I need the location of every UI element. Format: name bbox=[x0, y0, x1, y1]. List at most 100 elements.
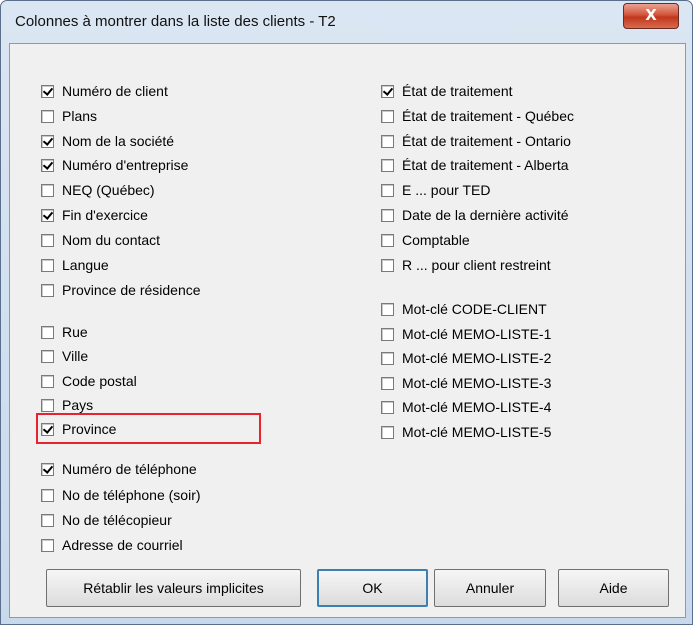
checkbox-code-postal[interactable]: Code postal bbox=[41, 372, 137, 390]
checkbox-comptable[interactable]: Comptable bbox=[381, 231, 470, 249]
checkbox-r-client-restreint[interactable]: R ... pour client restreint bbox=[381, 256, 551, 274]
checkbox-telephone-soir[interactable]: No de téléphone (soir) bbox=[41, 486, 201, 504]
checkbox-box[interactable] bbox=[381, 376, 394, 390]
checkbox-mot-cle-memo-liste-1[interactable]: Mot-clé MEMO-LISTE-1 bbox=[381, 325, 551, 343]
checkbox-label: Mot-clé MEMO-LISTE-1 bbox=[402, 326, 552, 342]
checkbox-nom-du-contact[interactable]: Nom du contact bbox=[41, 231, 160, 249]
checkbox-box[interactable] bbox=[381, 109, 394, 123]
checkbox-label: Mot-clé MEMO-LISTE-3 bbox=[402, 375, 552, 391]
checkbox-box[interactable] bbox=[41, 258, 54, 272]
checkbox-box[interactable] bbox=[41, 398, 54, 412]
checkbox-label: Langue bbox=[62, 257, 109, 273]
checkbox-box[interactable] bbox=[381, 425, 394, 439]
checkbox-numero-de-client[interactable]: Numéro de client bbox=[41, 82, 168, 100]
checkbox-box[interactable] bbox=[381, 351, 394, 365]
checkbox-box[interactable] bbox=[381, 134, 394, 148]
checkbox-box[interactable] bbox=[381, 208, 394, 222]
checkbox-label: Adresse de courriel bbox=[62, 537, 183, 553]
checkbox-label: Fin d'exercice bbox=[62, 207, 148, 223]
checkbox-label: État de traitement bbox=[402, 83, 513, 99]
checkbox-date-derniere-activite[interactable]: Date de la dernière activité bbox=[381, 206, 569, 224]
checkbox-label: No de télécopieur bbox=[62, 512, 172, 528]
dialog-body bbox=[9, 43, 686, 618]
checkbox-label: NEQ (Québec) bbox=[62, 182, 155, 198]
checkbox-box[interactable] bbox=[381, 233, 394, 247]
highlight-box bbox=[36, 413, 261, 444]
checkbox-plans[interactable]: Plans bbox=[41, 107, 97, 125]
checkbox-box[interactable] bbox=[381, 327, 394, 341]
checkbox-label: Mot-clé MEMO-LISTE-2 bbox=[402, 350, 552, 366]
checkbox-label: E ... pour TED bbox=[402, 182, 491, 198]
checkbox-box[interactable] bbox=[381, 302, 394, 316]
checkbox-etat-ontario[interactable]: État de traitement - Ontario bbox=[381, 132, 571, 150]
checkbox-box[interactable] bbox=[41, 325, 54, 339]
checkbox-telecopieur[interactable]: No de télécopieur bbox=[41, 511, 172, 529]
checkbox-label: État de traitement - Alberta bbox=[402, 157, 569, 173]
checkbox-ville[interactable]: Ville bbox=[41, 347, 88, 365]
checkbox-label: Plans bbox=[62, 108, 98, 124]
checkbox-label: Numéro d'entreprise bbox=[62, 157, 189, 173]
checkbox-label: No de téléphone (soir) bbox=[62, 487, 201, 503]
checkbox-mot-cle-memo-liste-2[interactable]: Mot-clé MEMO-LISTE-2 bbox=[381, 349, 551, 367]
checkbox-label: Nom du contact bbox=[62, 232, 161, 248]
checkbox-box[interactable] bbox=[41, 349, 54, 363]
checkbox-mot-cle-memo-liste-4[interactable]: Mot-clé MEMO-LISTE-4 bbox=[381, 398, 551, 416]
checkbox-e-pour-ted[interactable]: E ... pour TED bbox=[381, 181, 490, 199]
checkbox-fin-exercice[interactable]: Fin d'exercice bbox=[41, 206, 148, 224]
checkbox-label: Rue bbox=[62, 324, 88, 340]
checkbox-box[interactable] bbox=[41, 374, 54, 388]
checkbox-label: Date de la dernière activité bbox=[402, 207, 569, 223]
dialog-window: Colonnes à montrer dans la liste des cli… bbox=[0, 0, 693, 625]
checkbox-box[interactable] bbox=[41, 283, 54, 297]
checkbox-mot-cle-code-client[interactable]: Mot-clé CODE-CLIENT bbox=[381, 300, 547, 318]
checkbox-label: État de traitement - Ontario bbox=[402, 133, 571, 149]
checkbox-pays[interactable]: Pays bbox=[41, 396, 93, 414]
checkbox-numero-de-telephone[interactable]: Numéro de téléphone bbox=[41, 460, 197, 478]
checkbox-box[interactable] bbox=[41, 208, 54, 222]
checkbox-box[interactable] bbox=[381, 158, 394, 172]
checkbox-neq-quebec[interactable]: NEQ (Québec) bbox=[41, 181, 155, 199]
checkbox-mot-cle-memo-liste-3[interactable]: Mot-clé MEMO-LISTE-3 bbox=[381, 374, 551, 392]
checkbox-label: Mot-clé MEMO-LISTE-5 bbox=[402, 424, 552, 440]
checkbox-label: Mot-clé CODE-CLIENT bbox=[402, 301, 547, 317]
checkbox-label: Pays bbox=[62, 397, 94, 413]
checkbox-province-de-residence[interactable]: Province de résidence bbox=[41, 281, 201, 299]
checkbox-box[interactable] bbox=[41, 158, 54, 172]
checkbox-box[interactable] bbox=[381, 258, 394, 272]
checkbox-box[interactable] bbox=[41, 84, 54, 98]
checkbox-mot-cle-memo-liste-5[interactable]: Mot-clé MEMO-LISTE-5 bbox=[381, 423, 551, 441]
checkbox-box[interactable] bbox=[41, 233, 54, 247]
checkbox-box[interactable] bbox=[41, 462, 54, 476]
checkbox-box[interactable] bbox=[381, 84, 394, 98]
window-title: Colonnes à montrer dans la liste des cli… bbox=[15, 13, 336, 30]
checkbox-etat-alberta[interactable]: État de traitement - Alberta bbox=[381, 156, 569, 174]
checkbox-adresse-courriel[interactable]: Adresse de courriel bbox=[41, 536, 183, 554]
checkbox-label: Nom de la société bbox=[62, 133, 175, 149]
checkbox-label: Numéro de téléphone bbox=[62, 461, 197, 477]
checkbox-label: État de traitement - Québec bbox=[402, 108, 574, 124]
ok-button[interactable]: OK bbox=[317, 569, 428, 607]
checkbox-label: Numéro de client bbox=[62, 83, 168, 99]
close-button[interactable]: X bbox=[623, 3, 679, 29]
checkbox-label: Comptable bbox=[402, 232, 470, 248]
checkbox-etat-quebec[interactable]: État de traitement - Québec bbox=[381, 107, 574, 125]
cancel-button[interactable]: Annuler bbox=[434, 569, 546, 607]
checkbox-label: Ville bbox=[62, 348, 89, 364]
checkbox-box[interactable] bbox=[41, 488, 54, 502]
checkbox-box[interactable] bbox=[381, 400, 394, 414]
checkbox-box[interactable] bbox=[41, 538, 54, 552]
checkbox-box[interactable] bbox=[41, 134, 54, 148]
checkbox-box[interactable] bbox=[381, 183, 394, 197]
checkbox-box[interactable] bbox=[41, 183, 54, 197]
checkbox-etat-de-traitement[interactable]: État de traitement bbox=[381, 82, 513, 100]
close-icon: X bbox=[645, 6, 657, 24]
checkbox-box[interactable] bbox=[41, 109, 54, 123]
checkbox-rue[interactable]: Rue bbox=[41, 323, 88, 341]
checkbox-nom-de-la-societe[interactable]: Nom de la société bbox=[41, 132, 174, 150]
restore-defaults-button[interactable]: Rétablir les valeurs implicites bbox=[46, 569, 301, 607]
checkbox-box[interactable] bbox=[41, 513, 54, 527]
checkbox-numero-entreprise[interactable]: Numéro d'entreprise bbox=[41, 156, 188, 174]
help-button[interactable]: Aide bbox=[558, 569, 669, 607]
checkbox-label: Province de résidence bbox=[62, 282, 201, 298]
checkbox-langue[interactable]: Langue bbox=[41, 256, 109, 274]
